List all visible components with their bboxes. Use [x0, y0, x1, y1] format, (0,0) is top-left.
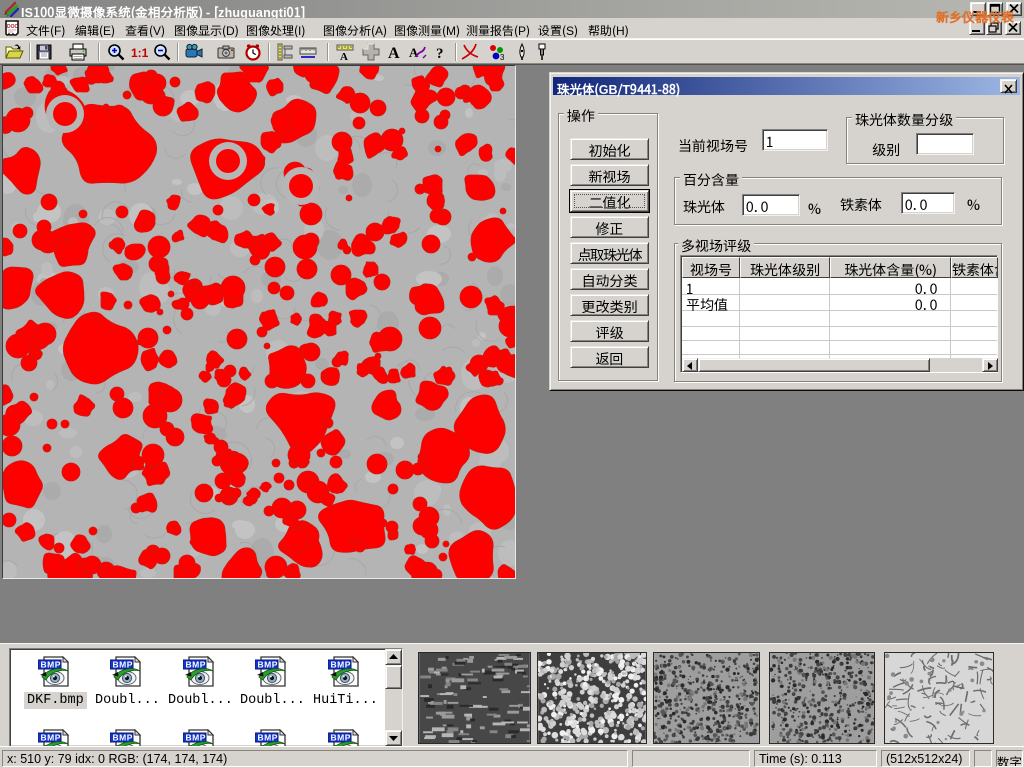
svg-text:BMP: BMP	[41, 660, 61, 670]
svg-text:BMP: BMP	[113, 660, 133, 670]
svg-text:BMP: BMP	[186, 733, 206, 743]
svg-text:BMP: BMP	[113, 733, 133, 743]
svg-text:A: A	[409, 45, 419, 60]
svg-text:BMP: BMP	[258, 733, 278, 743]
svg-text:DOC: DOC	[7, 24, 19, 30]
svg-text:?: ?	[436, 46, 444, 62]
svg-text:1:1: 1:1	[131, 46, 149, 60]
svg-text:A: A	[340, 51, 348, 62]
svg-text:BMP: BMP	[331, 660, 351, 670]
svg-text:BMP: BMP	[41, 733, 61, 743]
svg-text:A: A	[388, 45, 400, 62]
svg-text:BMP: BMP	[331, 733, 351, 743]
svg-text:3: 3	[500, 53, 505, 62]
svg-text:BMP: BMP	[186, 660, 206, 670]
svg-text:BMP: BMP	[258, 660, 278, 670]
